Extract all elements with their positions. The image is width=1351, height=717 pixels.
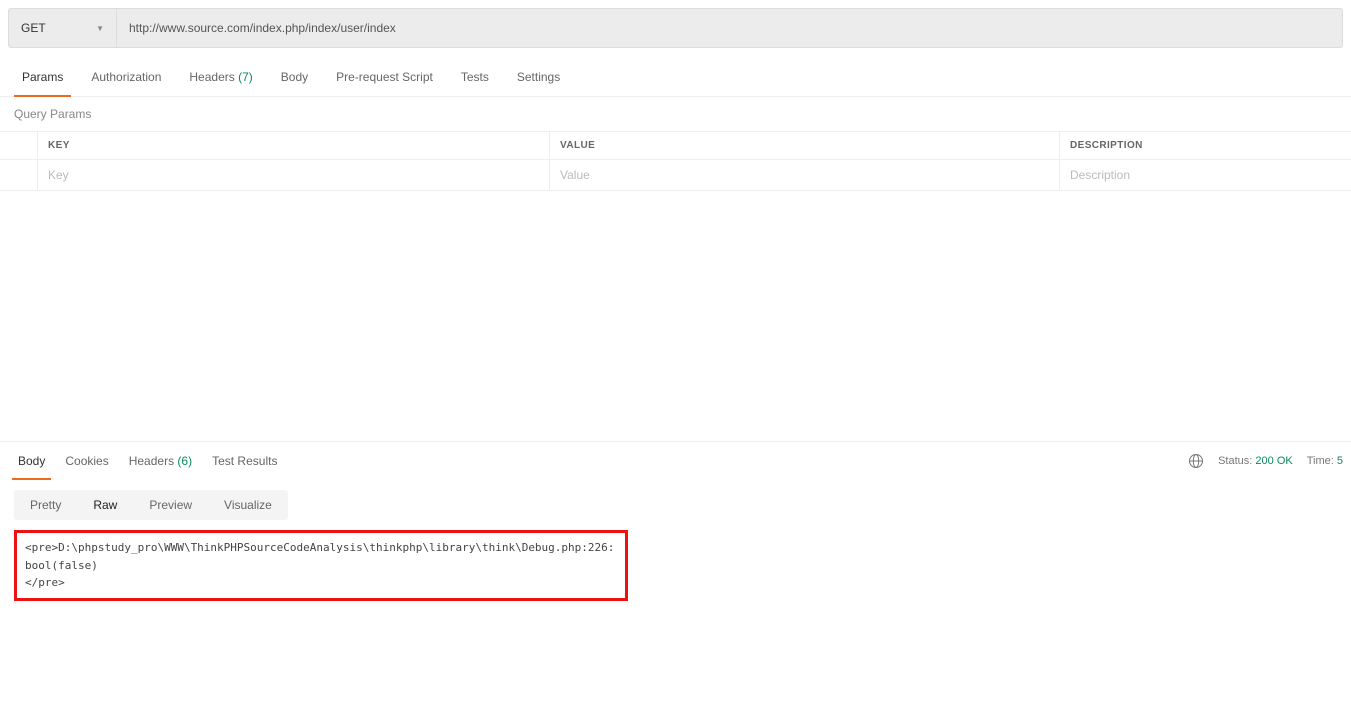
tab-settings[interactable]: Settings [503, 58, 574, 96]
value-col-header: VALUE [550, 132, 1060, 159]
http-method-select[interactable]: GET ▼ [9, 9, 117, 47]
spacer [0, 191, 1351, 441]
time-value: 5 [1337, 455, 1343, 467]
view-raw[interactable]: Raw [77, 490, 133, 520]
key-col-header: KEY [38, 132, 550, 159]
response-bar: Body Cookies Headers (6) Test Results St… [0, 441, 1351, 480]
view-visualize[interactable]: Visualize [208, 490, 288, 520]
desc-col-header: DESCRIPTION [1060, 132, 1351, 159]
drag-handle[interactable] [0, 160, 38, 190]
tab-headers-label: Headers [189, 70, 234, 84]
tab-prerequest[interactable]: Pre-request Script [322, 58, 447, 96]
table-row [0, 160, 1351, 190]
view-mode-tabs: Pretty Raw Preview Visualize [14, 490, 288, 520]
http-method-value: GET [21, 21, 46, 35]
param-desc-input[interactable] [1070, 168, 1341, 182]
resp-tab-headers-count: (6) [177, 454, 192, 468]
response-tabs: Body Cookies Headers (6) Test Results [8, 442, 287, 480]
status-label: Status: [1218, 455, 1252, 467]
tab-params[interactable]: Params [8, 58, 77, 96]
tab-authorization[interactable]: Authorization [77, 58, 175, 96]
table-header-row: KEY VALUE DESCRIPTION [0, 132, 1351, 160]
view-preview[interactable]: Preview [133, 490, 208, 520]
chevron-down-icon: ▼ [96, 24, 104, 33]
globe-icon[interactable] [1188, 453, 1204, 469]
request-bar: GET ▼ [8, 8, 1343, 48]
status-value: 200 OK [1255, 455, 1292, 467]
query-params-table: KEY VALUE DESCRIPTION [0, 131, 1351, 191]
resp-tab-headers[interactable]: Headers (6) [119, 442, 202, 480]
tab-headers-count: (7) [238, 70, 253, 84]
drag-col-header [0, 132, 38, 159]
tab-tests[interactable]: Tests [447, 58, 503, 96]
url-input[interactable] [117, 9, 1342, 47]
response-body[interactable]: <pre>D:\phpstudy_pro\WWW\ThinkPHPSourceC… [14, 530, 628, 601]
request-tabs: Params Authorization Headers (7) Body Pr… [0, 58, 1351, 97]
param-value-input[interactable] [560, 168, 1049, 182]
resp-tab-testresults[interactable]: Test Results [202, 442, 287, 480]
status-block: Status: 200 OK [1218, 455, 1293, 467]
time-label: Time: [1307, 455, 1334, 467]
query-params-title: Query Params [0, 97, 1351, 131]
response-status: Status: 200 OK Time: 5 [1188, 453, 1343, 469]
resp-tab-headers-label: Headers [129, 454, 174, 468]
time-block: Time: 5 [1307, 455, 1343, 467]
tab-headers[interactable]: Headers (7) [175, 58, 266, 96]
view-pretty[interactable]: Pretty [14, 490, 77, 520]
tab-body[interactable]: Body [267, 58, 322, 96]
param-key-input[interactable] [48, 168, 539, 182]
resp-tab-cookies[interactable]: Cookies [55, 442, 118, 480]
resp-tab-body[interactable]: Body [8, 442, 55, 480]
